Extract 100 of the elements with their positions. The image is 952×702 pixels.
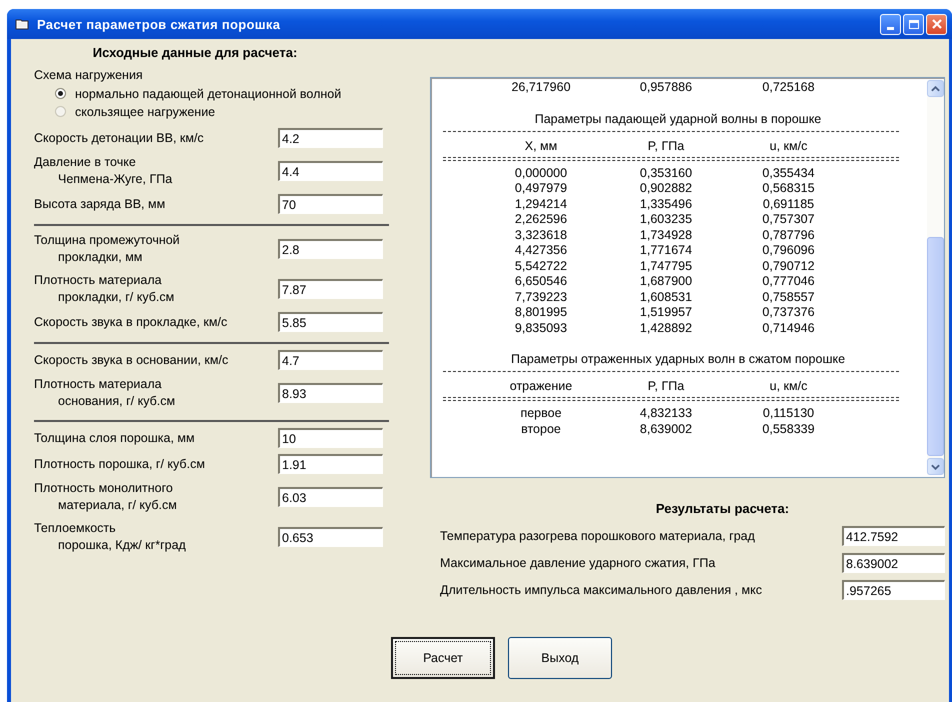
input-field[interactable]: 8.93 — [278, 383, 383, 403]
list-cell: 0,737376 — [762, 305, 815, 320]
list-cell: 3,323618 — [514, 228, 568, 243]
input-field[interactable]: 4.7 — [278, 350, 383, 370]
list-cell: 1,428892 — [640, 320, 692, 336]
radio-label[interactable]: нормально падающей детонационной волной — [75, 86, 342, 100]
close-icon — [930, 18, 942, 30]
column-header: P, ГПа — [648, 378, 684, 395]
radio-label[interactable]: скользящее нагружение — [75, 104, 216, 118]
list-cell: 0,725168 — [762, 80, 815, 96]
column-header: u, км/с — [770, 378, 808, 395]
result-field[interactable]: 8.639002 — [842, 553, 945, 573]
close-button[interactable] — [926, 14, 947, 34]
list-cell: 1,603235 — [640, 212, 692, 228]
list-cell: 0,355434 — [762, 166, 815, 181]
column-header: X, мм — [524, 138, 558, 154]
list-cell: 0,691185 — [762, 196, 814, 212]
list-cell: 26,717960 — [511, 80, 571, 96]
column-header: P, ГПа — [648, 138, 684, 154]
list-cell: 1,747795 — [640, 258, 692, 274]
input-field[interactable]: 7.87 — [278, 279, 383, 299]
list-cell: 5,542722 — [514, 258, 568, 274]
window-icon — [15, 18, 29, 30]
list-cell: 2,262596 — [514, 212, 568, 228]
input-field[interactable]: 70 — [278, 194, 383, 214]
input-field[interactable]: 1.91 — [278, 454, 383, 474]
chevron-down-icon — [931, 464, 940, 470]
list-cell: 0,558339 — [762, 422, 815, 437]
field-label: Толщина слоя порошка, мм — [34, 430, 195, 446]
dialog-button[interactable]: Расчет — [391, 637, 495, 679]
result-label: Длительность импульса максимального давления , мкс — [440, 583, 762, 597]
list-cell: 0,757307 — [762, 212, 815, 228]
list-cell: 1,687900 — [640, 274, 692, 290]
list-cell: 0,758557 — [762, 290, 815, 305]
scroll-thumb[interactable] — [927, 237, 944, 456]
list-cell: 1,519957 — [640, 305, 692, 320]
field-label: Теплоемкость порошка, Кдж/ кг*град — [34, 520, 186, 554]
chevron-up-icon — [931, 86, 940, 92]
minimize-button[interactable] — [880, 14, 901, 34]
result-label: Температура разогрева порошкового материала, град — [440, 529, 755, 543]
field-label: Скорость звука в прокладке, км/с — [34, 314, 228, 330]
input-field[interactable]: 2.8 — [278, 239, 383, 259]
list-cell: 0,714946 — [762, 320, 815, 336]
list-cell: 4,427356 — [514, 243, 568, 258]
field-label: Скорость звука в основании, км/с — [34, 352, 228, 368]
section-heading: Результаты расчета: — [654, 501, 790, 516]
list-cell: 0,790712 — [762, 258, 815, 274]
group-label: Схема нагружения — [34, 68, 144, 82]
list-cell: 1,335496 — [640, 196, 692, 212]
list-cell: 7,739223 — [514, 290, 568, 305]
field-label: Высота заряда ВВ, мм — [34, 196, 166, 212]
list-cell: 1,294214 — [514, 196, 568, 212]
scroll-down-button[interactable] — [927, 458, 944, 475]
list-cell: 0,777046 — [762, 274, 815, 290]
list-cell: 0,353160 — [640, 166, 692, 181]
list-heading: Параметры падающей ударной волны в порошке — [534, 112, 822, 126]
list-cell: второе — [521, 422, 561, 437]
list-cell: 1,771674 — [640, 243, 692, 258]
scroll-up-button[interactable] — [927, 80, 944, 97]
list-cell: 0,796096 — [762, 243, 815, 258]
output-list[interactable] — [430, 77, 945, 478]
list-cell: 0,115130 — [762, 406, 814, 422]
list-heading: Параметры отраженных ударных волн в сжатом порошке — [510, 352, 846, 366]
maximize-button[interactable] — [903, 14, 924, 34]
field-label: Давление в точке Чепмена-Жуге, ГПа — [34, 154, 172, 188]
input-field[interactable]: 5.85 — [278, 312, 383, 332]
list-cell: 1,608531 — [640, 290, 692, 305]
section-heading: Исходные данные для расчета: — [92, 45, 298, 60]
field-label: Скорость детонации ВВ, км/с — [34, 130, 204, 146]
result-field[interactable]: 412.7592 — [842, 526, 945, 546]
list-cell: 0,957886 — [640, 80, 692, 96]
result-label: Максимальное давление ударного сжатия, ГПа — [440, 556, 716, 570]
scrollbar[interactable] — [927, 80, 944, 475]
input-field[interactable]: 10 — [278, 428, 383, 448]
input-field[interactable]: 0.653 — [278, 527, 383, 547]
window-title: Расчет параметров сжатия порошка — [37, 16, 282, 32]
field-label: Толщина промежуточной прокладки, мм — [34, 232, 180, 266]
input-field[interactable]: 4.2 — [278, 128, 383, 148]
list-cell: 1,734928 — [640, 228, 692, 243]
list-cell: 8,639002 — [640, 422, 692, 437]
result-field[interactable]: .957265 — [842, 580, 945, 600]
field-label: Плотность материала прокладки, г/ куб.см — [34, 272, 174, 306]
input-field[interactable]: 6.03 — [278, 487, 383, 507]
field-label: Плотность материала основания, г/ куб.см — [34, 376, 176, 410]
list-cell: 4,832133 — [640, 406, 692, 422]
field-label: Плотность монолитного материала, г/ куб.см — [34, 480, 177, 514]
list-cell: 6,650546 — [514, 274, 568, 290]
list-cell: 0,000000 — [514, 166, 568, 181]
radio-button[interactable] — [55, 88, 66, 99]
dialog-button[interactable]: Выход — [508, 637, 612, 679]
list-cell: первое — [520, 406, 562, 422]
list-cell: 0,902882 — [640, 181, 692, 196]
column-header: отражение — [510, 378, 572, 395]
field-label: Плотность порошка, г/ куб.см — [34, 456, 205, 472]
list-cell: 0,568315 — [762, 181, 815, 196]
list-cell: 8,801995 — [514, 305, 568, 320]
list-cell: 0,787796 — [762, 228, 815, 243]
list-cell: 0,497979 — [514, 181, 568, 196]
radio-button[interactable] — [55, 106, 66, 117]
input-field[interactable]: 4.4 — [278, 161, 383, 181]
